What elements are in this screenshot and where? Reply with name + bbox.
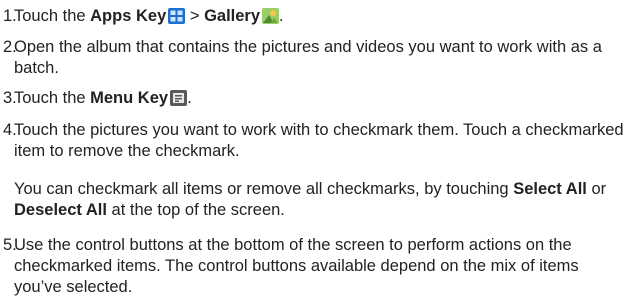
step-text: Touch the Menu Key. [14,89,192,107]
step-number: 4. [3,121,17,139]
step-number: 5. [3,236,17,254]
step-number: 3. [3,89,17,107]
select-all-label: Select All [513,180,587,198]
step-text: Open the album that contains the picture… [14,38,602,77]
step-number: 1. [3,7,17,25]
menu-key-label: Menu Key [90,89,169,107]
step-2: 2. Open the album that contains the pict… [3,37,627,79]
step-3: 3. Touch the Menu Key. [3,88,627,109]
step-text: Touch the pictures you want to work with… [14,121,624,160]
step-5: 5. Use the control buttons at the bottom… [3,235,627,298]
step-number: 2. [3,38,17,56]
apps-key-label: Apps Key [90,7,167,25]
step-text: Use the control buttons at the bottom of… [14,236,579,296]
deselect-all-label: Deselect All [14,201,107,219]
instruction-page: 1. Touch the Apps Key > Gallery. 2. Open… [0,0,630,305]
step-1: 1. Touch the Apps Key > Gallery. [3,6,627,27]
step-4-note: You can checkmark all items or remove al… [14,180,607,219]
gallery-label: Gallery [204,7,261,25]
gallery-icon [262,8,280,24]
menu-key-icon [170,90,188,106]
step-text: Touch the Apps Key > Gallery. [14,7,284,25]
step-4: 4. Touch the pictures you want to work w… [3,120,627,162]
apps-grid-icon [168,8,186,24]
